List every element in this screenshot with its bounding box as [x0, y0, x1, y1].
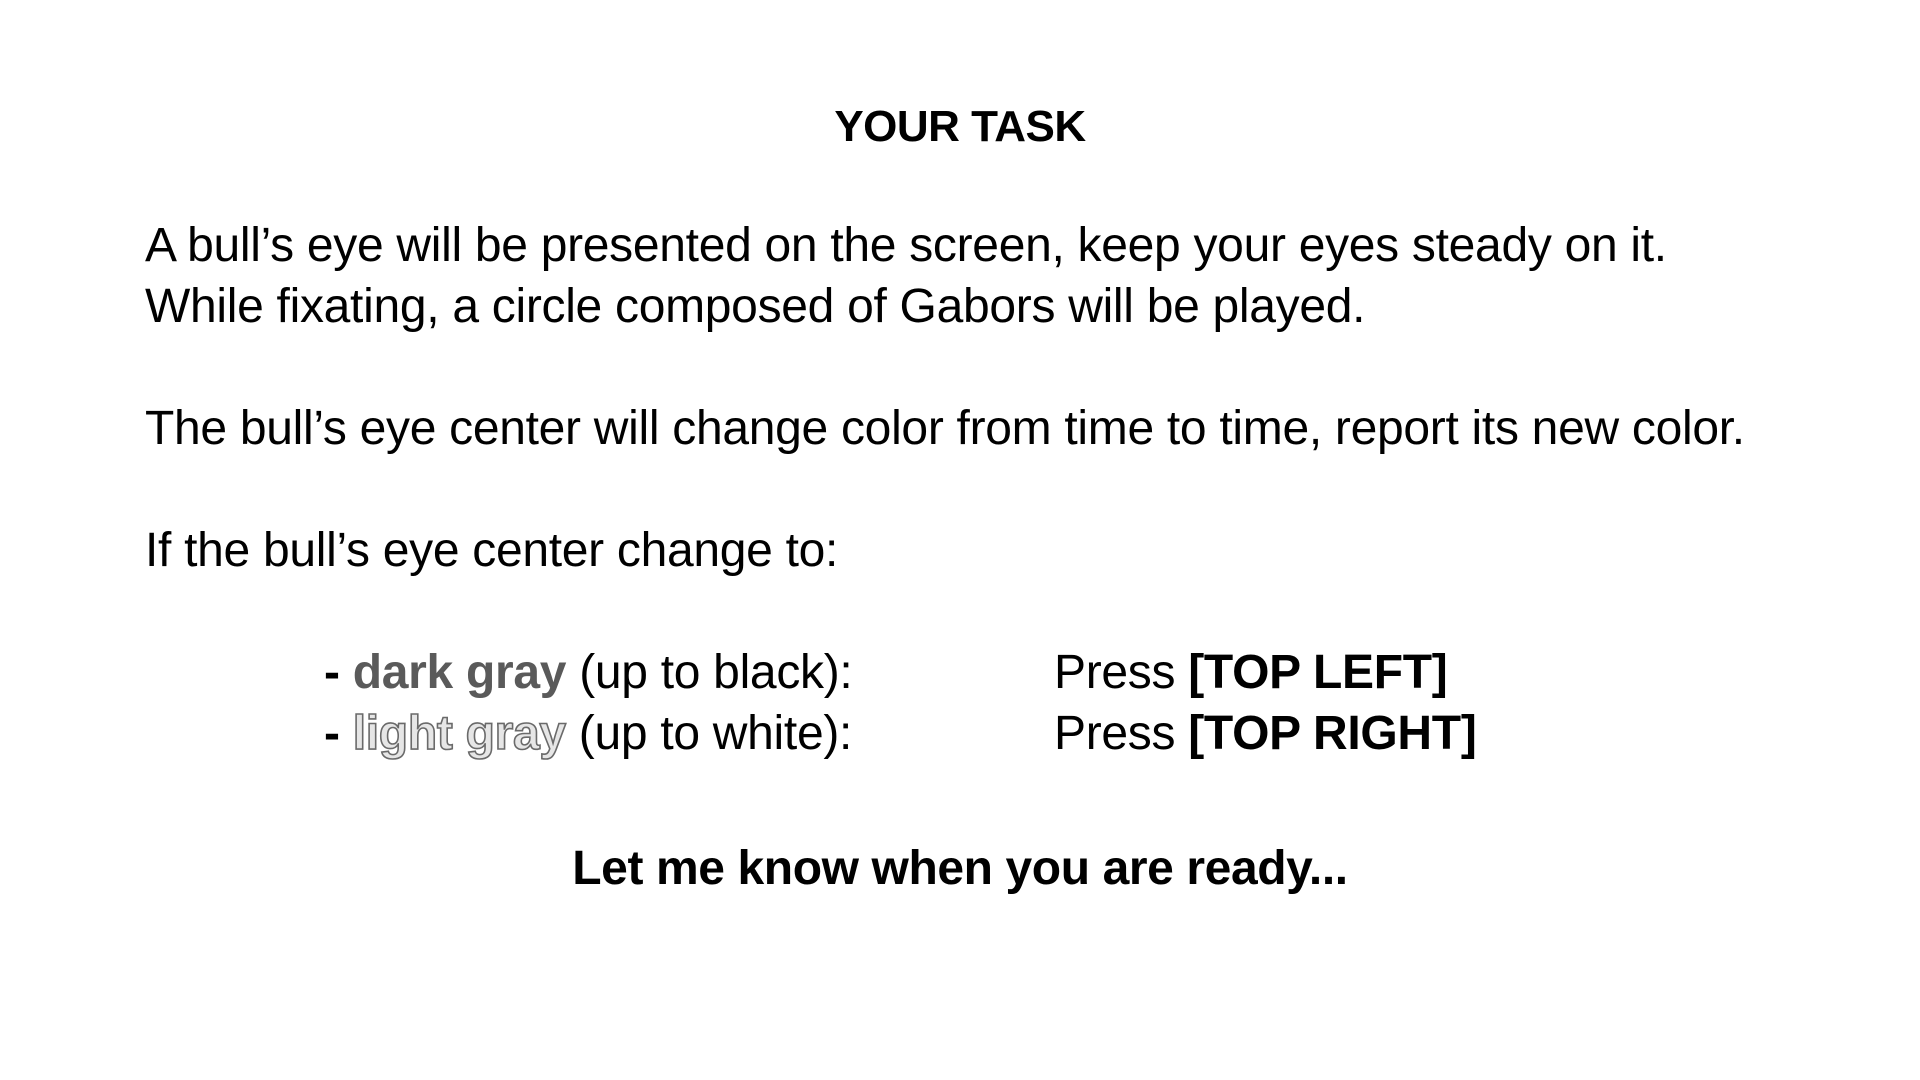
- option-response: Press [TOP RIGHT]: [1054, 703, 1477, 764]
- color-word-light-gray: light gray: [352, 706, 567, 761]
- key-top-right: [TOP RIGHT]: [1188, 707, 1477, 760]
- report-instruction-text: The bull’s eye center will change color …: [145, 402, 1745, 455]
- option-range: (up to black):: [566, 646, 853, 699]
- ready-prompt: Let me know when you are ready...: [572, 842, 1348, 895]
- option-dash: -: [324, 646, 340, 699]
- option-dash: -: [324, 707, 340, 760]
- press-label: Press: [1054, 646, 1189, 699]
- option-response: Press [TOP LEFT]: [1054, 642, 1448, 703]
- report-instruction: The bull’s eye center will change color …: [145, 398, 1845, 459]
- color-word-dark-gray: dark gray: [352, 646, 567, 699]
- intro-paragraph: A bull’s eye will be presented on the sc…: [145, 215, 1845, 337]
- option-condition: - dark gray (up to black):: [324, 642, 853, 703]
- option-condition: - light gray (up to white):: [324, 703, 852, 764]
- condition-intro: If the bull’s eye center change to:: [145, 520, 1845, 581]
- intro-line-2: While fixating, a circle composed of Gab…: [145, 280, 1366, 333]
- press-label: Press: [1054, 707, 1189, 760]
- option-range: (up to white):: [565, 707, 853, 760]
- page-title: YOUR TASK: [834, 102, 1086, 151]
- key-top-left: [TOP LEFT]: [1188, 646, 1448, 699]
- intro-line-1: A bull’s eye will be presented on the sc…: [145, 219, 1667, 272]
- condition-intro-text: If the bull’s eye center change to:: [145, 524, 839, 577]
- option-row-light-gray: - light gray (up to white): Press [TOP R…: [324, 703, 1824, 764]
- option-row-dark-gray: - dark gray (up to black): Press [TOP LE…: [324, 642, 1824, 703]
